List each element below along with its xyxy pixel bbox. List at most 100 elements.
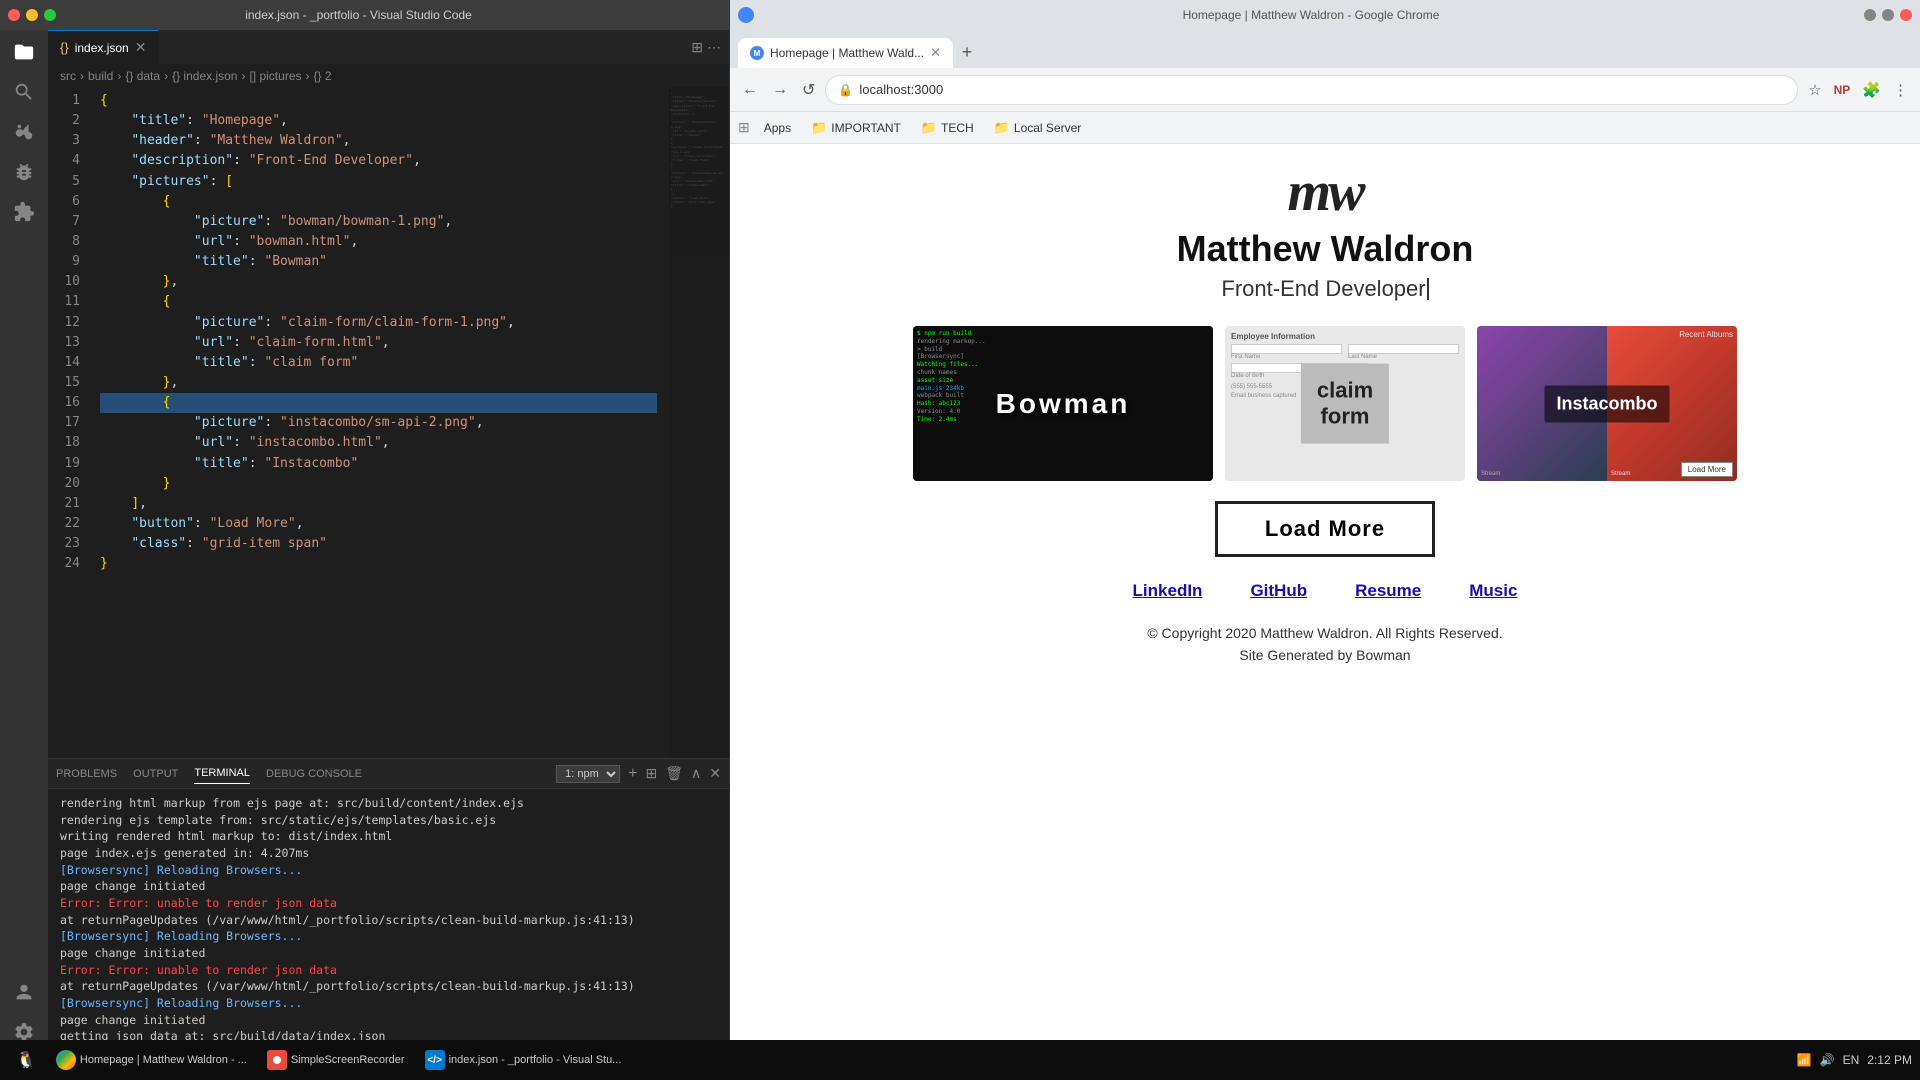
taskbar-recorder[interactable]: SimpleScreenRecorder (259, 1046, 413, 1074)
text-cursor (1427, 278, 1429, 300)
folder-icon-3: 📁 (994, 120, 1010, 136)
bookmark-tech-label: TECH (941, 121, 974, 135)
extensions-icon[interactable] (10, 198, 38, 226)
chrome-close-btn[interactable] (1900, 9, 1912, 21)
os-logo-icon: 🐧 (16, 1050, 36, 1070)
split-editor-icon[interactable]: ⊞ (691, 39, 703, 56)
code-content[interactable]: { "title": "Homepage", "header": "Matthe… (88, 87, 669, 758)
taskbar-chrome-label: Homepage | Matthew Waldron - ... (80, 1054, 247, 1066)
chrome-min-btn[interactable] (1864, 9, 1876, 21)
volume-icon: 🔊 (1820, 1053, 1835, 1067)
vscode-max-btn[interactable] (44, 9, 56, 21)
terminal-tab-btn[interactable]: TERMINAL (194, 763, 250, 784)
taskbar: 🐧 Homepage | Matthew Waldron - ... Simpl… (0, 1040, 1920, 1080)
instacombo-project-item[interactable]: Recent Albums Stream Stream (1477, 326, 1737, 481)
chrome-window-title: Homepage | Matthew Waldron - Google Chro… (766, 8, 1856, 22)
terminal-line: at returnPageUpdates (/var/www/html/_por… (60, 912, 717, 929)
code-editor[interactable]: 12345 678910 1112131415 1617181920 21222… (48, 87, 729, 758)
more-actions-icon[interactable]: ⋯ (707, 39, 721, 56)
tab-label: index.json (75, 41, 129, 55)
vscode-min-btn[interactable] (26, 9, 38, 21)
chrome-menu-icon[interactable]: ⋮ (1889, 77, 1912, 103)
maximize-terminal-icon[interactable]: ∧ (691, 765, 701, 782)
recorder-taskbar-icon (267, 1050, 287, 1070)
terminal-line: page change initiated (60, 945, 717, 962)
apps-grid-icon: ⊞ (738, 119, 750, 136)
chrome-max-btn[interactable] (1882, 9, 1894, 21)
back-btn[interactable]: ← (738, 77, 762, 103)
page-name: Matthew Waldron (1177, 228, 1474, 270)
tab-close-btn[interactable]: ✕ (135, 39, 147, 56)
problems-tab[interactable]: PROBLEMS (56, 764, 117, 784)
np-icon[interactable]: NP (1830, 79, 1855, 101)
webpage-content: mw Matthew Waldron Front-End Developer $… (730, 144, 1920, 1080)
terminal-line: page index.ejs generated in: 4.207ms (60, 845, 717, 862)
vscode-title: index.json - _portfolio - Visual Studio … (56, 8, 661, 22)
editor-tab-bar: {} index.json ✕ ⊞ ⋯ (48, 30, 729, 65)
terminal-line: rendering ejs template from: src/static/… (60, 812, 717, 829)
bowman-label: Bowman (996, 388, 1131, 420)
split-terminal-icon[interactable]: ⊞ (646, 765, 658, 782)
vscode-taskbar-icon: </> (425, 1050, 445, 1070)
close-terminal-icon[interactable]: ✕ (709, 765, 721, 782)
chrome-tab-close-btn[interactable]: ✕ (930, 45, 941, 61)
recent-albums-label: Recent Albums (1679, 330, 1733, 339)
output-tab[interactable]: OUTPUT (133, 764, 178, 784)
taskbar-system-tray: 📶 🔊 EN 2:12 PM (1797, 1053, 1912, 1067)
terminal-dropdown[interactable]: 1: npm (556, 765, 620, 783)
load-more-container: Load More (1215, 501, 1435, 557)
breadcrumb: src› build› {} data› {} index.json› [] p… (48, 65, 729, 87)
chrome-tab-label: Homepage | Matthew Wald... (770, 46, 924, 60)
github-link[interactable]: GitHub (1250, 581, 1307, 601)
bowman-project-item[interactable]: $ npm run build rendering markup... > bu… (913, 326, 1213, 481)
bookmark-local-server[interactable]: 📁 Local Server (988, 118, 1088, 138)
bookmark-apps[interactable]: Apps (758, 119, 797, 137)
lang-indicator[interactable]: EN (1843, 1053, 1860, 1067)
active-chrome-tab[interactable]: M Homepage | Matthew Wald... ✕ (738, 38, 953, 68)
generated-by-text: Site Generated by Bowman (1239, 647, 1410, 663)
claim-form-project-item[interactable]: Employee Information First Name Last Nam… (1225, 326, 1465, 481)
url-text: localhost:3000 (859, 82, 943, 97)
terminal-line: [Browsersync] Reloading Browsers... (60, 995, 717, 1012)
explorer-icon[interactable] (10, 38, 38, 66)
add-terminal-icon[interactable]: + (628, 765, 637, 783)
taskbar-start[interactable]: 🐧 (8, 1046, 44, 1074)
taskbar-vscode-label: index.json - _portfolio - Visual Stu... (449, 1054, 622, 1066)
index-json-tab[interactable]: {} index.json ✕ (48, 30, 159, 64)
address-bar[interactable]: 🔒 localhost:3000 (825, 75, 1798, 105)
bookmark-apps-label: Apps (764, 121, 791, 135)
system-time: 2:12 PM (1867, 1053, 1912, 1067)
delete-terminal-icon[interactable]: 🗑 (665, 765, 683, 782)
forward-btn[interactable]: → (768, 77, 792, 103)
extensions-chrome-icon[interactable]: 🧩 (1858, 77, 1885, 103)
reload-btn[interactable]: ↺ (798, 76, 819, 104)
debug-console-tab[interactable]: DEBUG CONSOLE (266, 764, 362, 784)
claim-form-label: claimform (1317, 377, 1373, 428)
music-link[interactable]: Music (1469, 581, 1517, 601)
source-control-icon[interactable] (10, 118, 38, 146)
terminal-line: page change initiated (60, 878, 717, 895)
vscode-close-btn[interactable] (8, 9, 20, 21)
bookmark-important-label: IMPORTANT (831, 121, 901, 135)
star-icon[interactable]: ☆ (1804, 77, 1825, 103)
resume-link[interactable]: Resume (1355, 581, 1421, 601)
new-tab-btn[interactable]: + (953, 38, 981, 66)
debug-icon[interactable] (10, 158, 38, 186)
search-icon[interactable] (10, 78, 38, 106)
instacombo-load-more-btn[interactable]: Load More (1681, 462, 1733, 477)
subtitle-text: Front-End Developer (1221, 276, 1425, 302)
load-more-btn[interactable]: Load More (1215, 501, 1435, 557)
terminal-line: Error: Error: unable to render json data (60, 895, 717, 912)
terminal-panel: PROBLEMS OUTPUT TERMINAL DEBUG CONSOLE 1… (48, 758, 729, 1058)
folder-icon-2: 📁 (921, 120, 937, 136)
taskbar-vscode[interactable]: </> index.json - _portfolio - Visual Stu… (417, 1046, 630, 1074)
taskbar-chrome[interactable]: Homepage | Matthew Waldron - ... (48, 1046, 255, 1074)
bookmarks-bar: ⊞ Apps 📁 IMPORTANT 📁 TECH 📁 Local Server (730, 112, 1920, 144)
terminal-line: rendering html markup from ejs page at: … (60, 795, 717, 812)
bookmark-tech[interactable]: 📁 TECH (915, 118, 980, 138)
bookmark-important[interactable]: 📁 IMPORTANT (805, 118, 907, 138)
linkedin-link[interactable]: LinkedIn (1133, 581, 1203, 601)
terminal-output: rendering html markup from ejs page at: … (48, 789, 729, 1058)
accounts-icon[interactable] (10, 978, 38, 1006)
social-links: LinkedIn GitHub Resume Music (1133, 581, 1518, 601)
